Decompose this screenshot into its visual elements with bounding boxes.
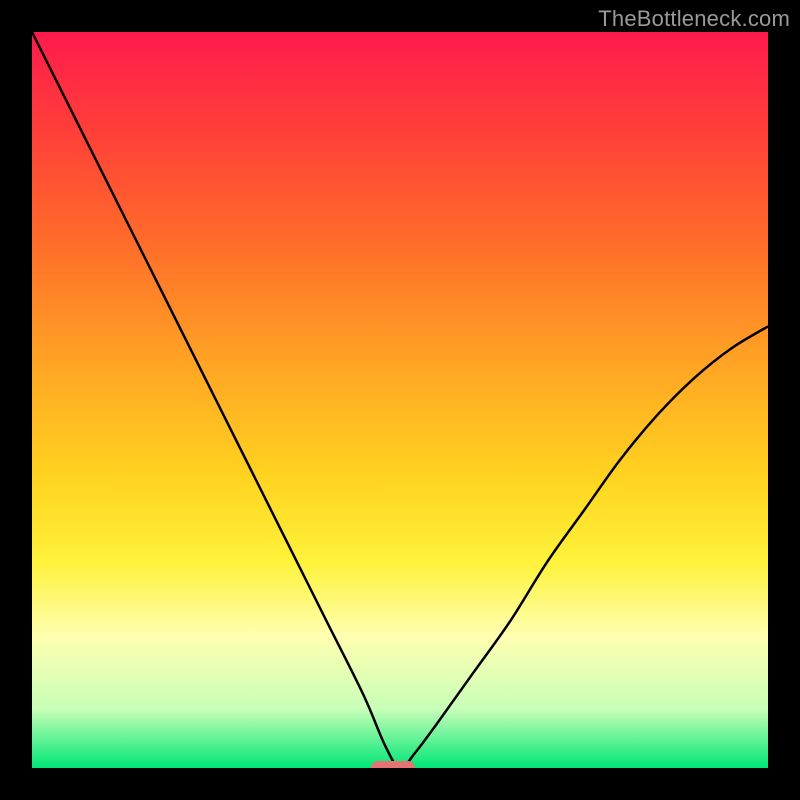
watermark-text: TheBottleneck.com bbox=[598, 6, 790, 32]
optimal-marker bbox=[371, 761, 415, 768]
chart-plot-area bbox=[32, 32, 768, 768]
bottleneck-curve bbox=[32, 32, 768, 768]
